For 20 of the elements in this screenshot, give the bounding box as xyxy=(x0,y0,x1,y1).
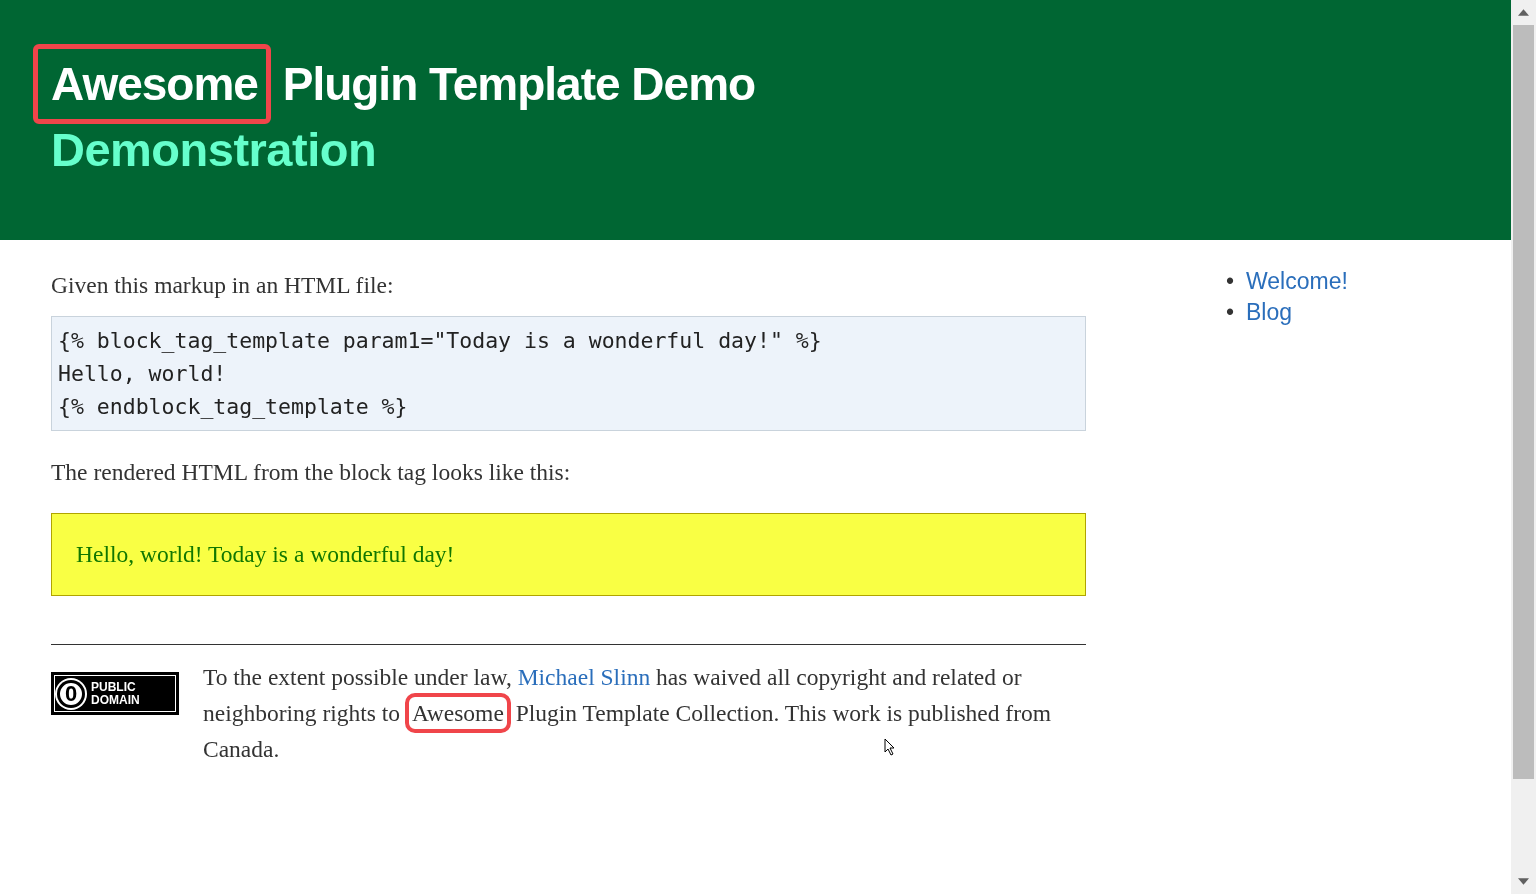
sidebar-link[interactable]: Welcome! xyxy=(1246,268,1348,294)
intro-text: Given this markup in an HTML file: xyxy=(51,271,395,300)
public-domain-badge[interactable]: 0 PUBLIC DOMAIN xyxy=(51,672,179,715)
badge-label: PUBLIC DOMAIN xyxy=(91,680,140,707)
result-intro-text: The rendered HTML from the block tag looks like this: xyxy=(51,458,572,487)
bullet: • xyxy=(1226,298,1236,327)
page-subtitle: Demonstration xyxy=(50,128,378,172)
code-block: {% block_tag_template param1="Today is a wonderful day!" %} Hello, world! {% endblock_tag_template %} xyxy=(51,316,1086,431)
zero-symbol: 0 xyxy=(57,679,85,708)
scroll-down-icon[interactable] xyxy=(1518,878,1529,885)
page-title: Awesome Plugin Template Demo xyxy=(33,40,1511,128)
scrollbar-thumb[interactable] xyxy=(1513,25,1534,779)
bullet: • xyxy=(1226,267,1236,296)
sidebar-link[interactable]: Blog xyxy=(1246,299,1293,325)
result-text: Hello, world! Today is a wonderful day! xyxy=(76,541,455,567)
mouse-pointer-icon xyxy=(884,738,896,756)
author-link[interactable]: Michael Slinn xyxy=(517,664,651,690)
scrollbar[interactable] xyxy=(1511,0,1536,894)
scroll-up-icon[interactable] xyxy=(1518,9,1529,16)
license-text: To the extent possible under law, Michael Slinn has waived all copyright and related or neighboring rights to Awesome Plugin Template Collection. This work is published from Canada. xyxy=(203,663,1053,764)
